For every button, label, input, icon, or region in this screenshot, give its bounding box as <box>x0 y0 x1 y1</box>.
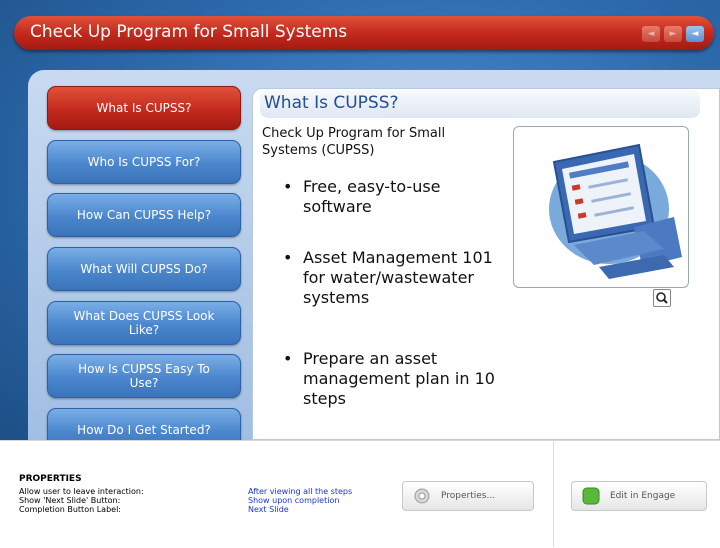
property-value[interactable]: After viewing all the steps <box>248 487 352 496</box>
property-value[interactable]: Next Slide <box>248 505 289 514</box>
menu-who-is-cupss-for[interactable]: Who Is CUPSS For? <box>47 140 241 184</box>
content-heading-bar: What Is CUPSS? <box>260 90 700 118</box>
menu-what-does-cupss-look-like[interactable]: What Does CUPSS Look Like? <box>47 301 241 345</box>
gear-icon <box>413 487 431 505</box>
menu-what-will-cupss-do[interactable]: What Will CUPSS Do? <box>47 247 241 291</box>
menu-how-can-cupss-help[interactable]: How Can CUPSS Help? <box>47 193 241 237</box>
menu-how-is-cupss-easy[interactable]: How Is CUPSS Easy To Use? <box>47 354 241 398</box>
properties-heading: PROPERTIES <box>19 474 82 484</box>
content-heading: What Is CUPSS? <box>264 93 399 113</box>
next-button[interactable]: ► <box>664 26 682 42</box>
bullet-item: • Prepare an asset management plan in 10 … <box>283 349 495 408</box>
properties-button[interactable]: Properties... <box>402 481 534 511</box>
audio-button[interactable]: ◄ <box>686 26 704 42</box>
computer-image <box>513 126 689 288</box>
slide-stage: Check Up Program for Small Systems ◄ ► ◄… <box>0 0 720 440</box>
menu-how-do-i-get-started[interactable]: How Do I Get Started? <box>47 408 241 440</box>
property-label: Completion Button Label: <box>19 505 121 514</box>
engage-icon <box>582 487 600 505</box>
intro-text: Check Up Program for Small Systems (CUPS… <box>262 126 446 158</box>
property-label: Allow user to leave interaction: <box>19 487 144 496</box>
property-label: Show 'Next Slide' Button: <box>19 496 121 505</box>
menu-what-is-cupss[interactable]: What Is CUPSS? <box>47 86 241 130</box>
bullet-item: • Free, easy-to-use software <box>283 177 441 216</box>
bullet-item: • Asset Management 101 for water/wastewat… <box>283 248 493 307</box>
previous-button[interactable]: ◄ <box>642 26 660 42</box>
edit-in-engage-button[interactable]: Edit in Engage <box>571 481 707 511</box>
zoom-icon[interactable] <box>653 289 671 307</box>
slide-title: Check Up Program for Small Systems <box>30 22 348 42</box>
title-bar: Check Up Program for Small Systems ◄ ► ◄ <box>14 16 714 50</box>
property-value[interactable]: Show upon completion <box>248 496 339 505</box>
properties-divider <box>553 440 554 547</box>
